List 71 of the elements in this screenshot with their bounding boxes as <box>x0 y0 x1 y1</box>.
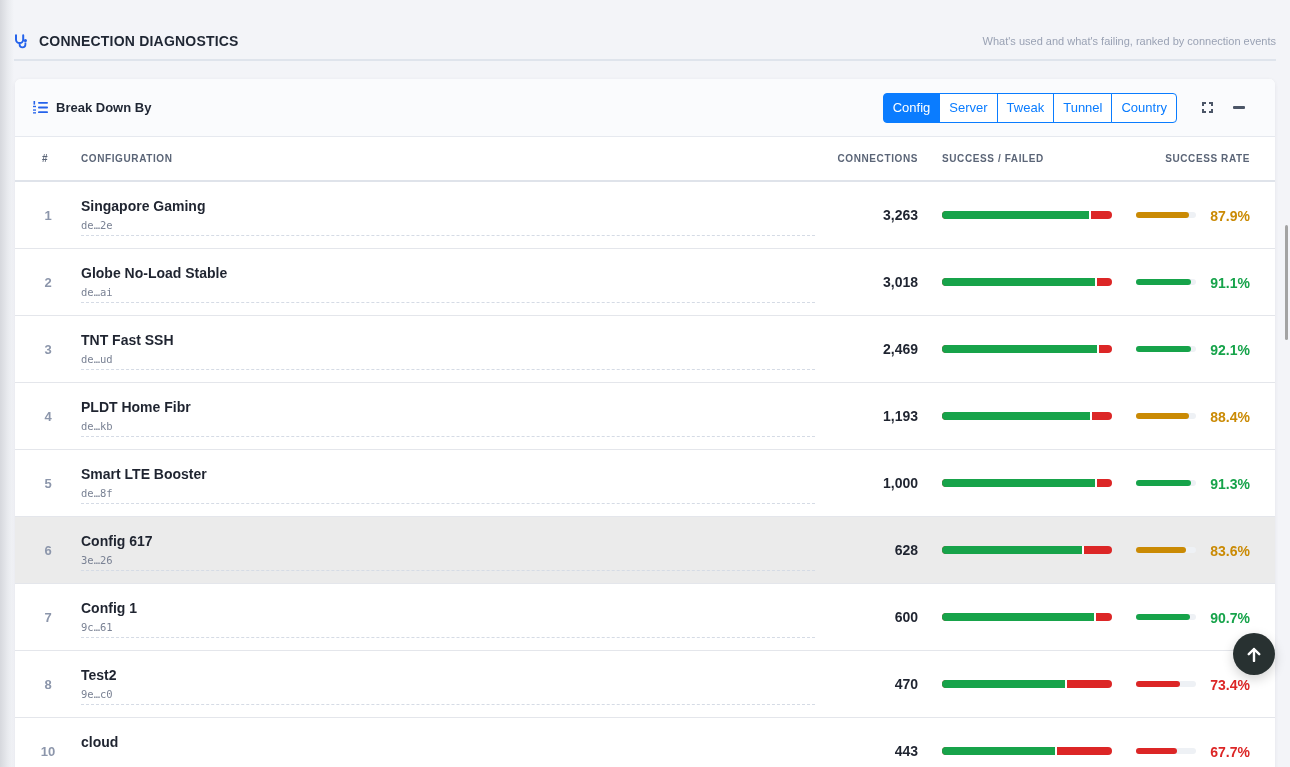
config-name: TNT Fast SSH <box>81 331 174 349</box>
connection-count: 2,469 <box>881 341 918 357</box>
row-number: 8 <box>43 676 53 692</box>
row-number: 7 <box>43 609 53 625</box>
row-number: 1 <box>43 207 53 223</box>
connection-count: 3,263 <box>881 207 918 223</box>
success-rate: 87.9% <box>1210 208 1250 224</box>
config-name: cloud <box>81 733 119 751</box>
config-id: de…8f <box>81 486 113 501</box>
success-rate: 88.4% <box>1210 409 1250 425</box>
connection-count: 600 <box>893 609 918 625</box>
row-number: 5 <box>43 475 53 491</box>
config-name: Config 1 <box>81 599 137 617</box>
column-header: CONFIGURATION <box>81 153 174 164</box>
config-name: Smart LTE Booster <box>81 465 207 483</box>
table-row[interactable]: 3 TNT Fast SSH de…ud 2,469 92.1% <box>15 316 1275 383</box>
config-id: de…2e <box>81 218 113 233</box>
config-name: Globe No-Load Stable <box>81 264 228 282</box>
table-row[interactable]: 6 Config 617 3e…26 628 83.6% <box>15 517 1275 584</box>
config-id: de…ud <box>81 352 113 367</box>
table-row[interactable]: 1 Singapore Gaming de…2e 3,263 87.9% <box>15 182 1275 249</box>
success-rate: 67.7% <box>1210 744 1250 760</box>
config-id: de…kb <box>81 419 113 434</box>
segment-tab[interactable]: Server <box>939 92 998 123</box>
stethoscope-icon <box>14 33 29 49</box>
row-number: 6 <box>43 542 53 558</box>
config-id: 9c…61 <box>81 620 113 635</box>
scrollbar-thumb[interactable] <box>1285 225 1288 340</box>
connection-count: 1,000 <box>881 475 918 491</box>
connection-count: 470 <box>893 676 918 692</box>
arrow-up-icon <box>1247 646 1261 662</box>
row-number: 10 <box>39 743 57 759</box>
segment-tab[interactable]: Tunnel <box>1053 92 1113 123</box>
column-header: # <box>41 153 50 164</box>
segment-tab[interactable]: Tweak <box>996 92 1055 123</box>
config-name: Singapore Gaming <box>81 197 206 215</box>
segment-tab[interactable]: Config <box>882 92 941 123</box>
success-rate: 90.7% <box>1210 610 1250 626</box>
column-header: SUCCESS RATE <box>1164 153 1250 164</box>
card-title: Break Down By <box>56 100 152 115</box>
column-header: CONNECTIONS <box>836 153 918 164</box>
success-rate: 91.3% <box>1210 476 1250 492</box>
success-rate: 83.6% <box>1210 543 1250 559</box>
success-rate: 92.1% <box>1210 342 1250 358</box>
connection-count: 3,018 <box>881 274 918 290</box>
config-id: de…ai <box>81 285 113 300</box>
row-number: 3 <box>43 341 53 357</box>
config-name: Test2 <box>81 666 117 684</box>
config-id: 3e…26 <box>81 553 113 568</box>
fullscreen-icon[interactable] <box>1202 102 1213 113</box>
connection-count: 1,193 <box>881 408 918 424</box>
table-row[interactable]: 2 Globe No-Load Stable de…ai 3,018 91.1% <box>15 249 1275 316</box>
segment-tab[interactable]: Country <box>1111 92 1177 123</box>
table-row[interactable]: 5 Smart LTE Booster de…8f 1,000 91.3% <box>15 450 1275 517</box>
table-row[interactable]: 4 PLDT Home Fibr de…kb 1,193 88.4% <box>15 383 1275 450</box>
config-id: 9e…c0 <box>81 687 113 702</box>
row-number: 4 <box>43 408 53 424</box>
numbered-list-icon <box>33 101 48 114</box>
section-title: CONNECTION DIAGNOSTICS <box>39 33 239 49</box>
connection-count: 628 <box>893 542 918 558</box>
table-row[interactable]: 7 Config 1 9c…61 600 90.7% <box>15 584 1275 651</box>
success-rate: 91.1% <box>1210 275 1250 291</box>
row-number: 2 <box>43 274 53 290</box>
table-row[interactable]: 8 Test2 9e…c0 470 73.4% <box>15 651 1275 718</box>
config-name: PLDT Home Fibr <box>81 398 191 416</box>
column-header: SUCCESS / FAILED <box>941 153 1045 164</box>
connection-count: 443 <box>893 743 918 759</box>
table-row[interactable]: 10 cloud 443 67.7% <box>15 718 1275 767</box>
config-name: Config 617 <box>81 532 153 550</box>
section-subtitle: What's used and what's failing, ranked by connection events <box>982 35 1276 47</box>
success-rate: 73.4% <box>1210 677 1250 693</box>
